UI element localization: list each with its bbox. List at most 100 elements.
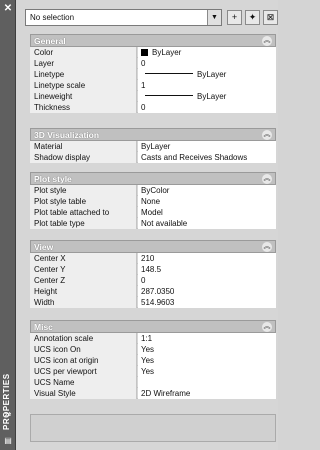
property-value[interactable]: ByLayer (138, 47, 276, 58)
chevron-down-icon[interactable]: ▼ (207, 10, 221, 25)
property-key: Material (30, 141, 137, 152)
property-row[interactable]: Linetype ByLayer (30, 69, 276, 80)
property-value[interactable]: 2D Wireframe (138, 388, 276, 399)
properties-menu-icon[interactable]: ▤ (3, 436, 13, 446)
property-row[interactable]: Lineweight ByLayer (30, 91, 276, 102)
property-key: Visual Style (30, 388, 137, 399)
property-row[interactable]: Center Y 148.5 (30, 264, 276, 275)
property-value[interactable]: Yes (138, 355, 276, 366)
property-value[interactable]: ByColor (138, 185, 276, 196)
property-key: Shadow display (30, 152, 137, 163)
property-value[interactable]: 0 (138, 275, 276, 286)
toggle-pickadd-button[interactable]: + (227, 10, 242, 25)
select-objects-button[interactable]: ✦ (245, 10, 260, 25)
property-value[interactable]: Not available (138, 218, 276, 229)
property-row[interactable]: Visual Style 2D Wireframe (30, 388, 276, 399)
description-area (30, 414, 276, 442)
section-header-plot-style[interactable]: Plot style ︽ (30, 172, 276, 185)
property-value[interactable]: None (138, 196, 276, 207)
chevron-up-icon[interactable]: ︽ (262, 242, 272, 252)
property-value[interactable]: 514.9603 (138, 297, 276, 308)
property-row[interactable]: Material ByLayer (30, 141, 276, 152)
section-title: General (34, 36, 66, 46)
property-value[interactable]: 287.0350 (138, 286, 276, 297)
property-key: Color (30, 47, 137, 58)
property-row[interactable]: UCS icon On Yes (30, 344, 276, 355)
property-value[interactable]: 0 (138, 102, 276, 113)
property-key: UCS icon at origin (30, 355, 137, 366)
property-value[interactable]: 1:1 (138, 333, 276, 344)
property-key: UCS Name (30, 377, 137, 388)
property-key: Center Z (30, 275, 137, 286)
linetype-preview (145, 73, 193, 74)
property-value[interactable]: 0 (138, 58, 276, 69)
property-key: UCS per viewport (30, 366, 137, 377)
property-value[interactable]: Yes (138, 344, 276, 355)
section-title: Misc (34, 322, 53, 332)
color-value: ByLayer (152, 48, 182, 57)
property-key: Center Y (30, 264, 137, 275)
property-row[interactable]: Thickness 0 (30, 102, 276, 113)
property-value[interactable]: Yes (138, 366, 276, 377)
properties-panel: No selection ▼ + ✦ ⊠ General ︽ Color ByL… (16, 0, 278, 450)
selection-value: No selection (30, 13, 75, 22)
property-row[interactable]: UCS per viewport Yes (30, 366, 276, 377)
palette-title: PROPERTIES (2, 373, 11, 430)
property-row[interactable]: Annotation scale 1:1 (30, 333, 276, 344)
property-key: Annotation scale (30, 333, 137, 344)
property-key: Center X (30, 253, 137, 264)
chevron-up-icon[interactable]: ︽ (262, 322, 272, 332)
section-header-misc[interactable]: Misc ︽ (30, 320, 276, 333)
property-value[interactable] (138, 377, 276, 388)
property-value[interactable]: Casts and Receives Shadows (138, 152, 276, 163)
color-swatch (141, 49, 148, 56)
quick-select-button[interactable]: ⊠ (263, 10, 278, 25)
property-value[interactable]: 148.5 (138, 264, 276, 275)
property-row[interactable]: Color ByLayer (30, 47, 276, 58)
property-row[interactable]: UCS icon at origin Yes (30, 355, 276, 366)
property-row[interactable]: Shadow display Casts and Receives Shadow… (30, 152, 276, 163)
property-value[interactable]: 210 (138, 253, 276, 264)
selection-dropdown[interactable]: No selection ▼ (25, 9, 222, 26)
section-title: 3D Visualization (34, 130, 100, 140)
property-value[interactable]: ByLayer (138, 141, 276, 152)
section-title: Plot style (34, 174, 72, 184)
section-header-3d-visualization[interactable]: 3D Visualization ︽ (30, 128, 276, 141)
section-plot-style: Plot style ︽ Plot style ByColor Plot sty… (30, 172, 276, 229)
property-row[interactable]: Center X 210 (30, 253, 276, 264)
section-3d-visualization: 3D Visualization ︽ Material ByLayer Shad… (30, 128, 276, 163)
property-key: Plot table attached to (30, 207, 137, 218)
property-value[interactable]: ByLayer (138, 69, 276, 80)
section-header-view[interactable]: View ︽ (30, 240, 276, 253)
palette-titlebar[interactable]: ✕ ⇄ PROPERTIES ▤ (0, 0, 16, 450)
chevron-up-icon[interactable]: ︽ (262, 36, 272, 46)
property-key: Width (30, 297, 137, 308)
property-row[interactable]: Plot table attached to Model (30, 207, 276, 218)
section-view: View ︽ Center X 210 Center Y 148.5 Cente… (30, 240, 276, 308)
property-row[interactable]: Layer 0 (30, 58, 276, 69)
property-value[interactable]: 1 (138, 80, 276, 91)
property-row[interactable]: Plot style table None (30, 196, 276, 207)
section-general: General ︽ Color ByLayer Layer 0 Linetype… (30, 34, 276, 113)
chevron-up-icon[interactable]: ︽ (262, 174, 272, 184)
property-key: Linetype (30, 69, 137, 80)
chevron-up-icon[interactable]: ︽ (262, 130, 272, 140)
property-key: Plot style (30, 185, 137, 196)
property-row[interactable]: Linetype scale 1 (30, 80, 276, 91)
close-icon[interactable]: ✕ (3, 4, 13, 14)
property-key: Layer (30, 58, 137, 69)
property-row[interactable]: UCS Name (30, 377, 276, 388)
property-row[interactable]: Height 287.0350 (30, 286, 276, 297)
selection-toolbar: No selection ▼ + ✦ ⊠ (25, 9, 278, 27)
properties-list[interactable]: General ︽ Color ByLayer Layer 0 Linetype… (30, 34, 276, 410)
property-row[interactable]: Center Z 0 (30, 275, 276, 286)
section-header-general[interactable]: General ︽ (30, 34, 276, 47)
property-row[interactable]: Plot table type Not available (30, 218, 276, 229)
property-value[interactable]: Model (138, 207, 276, 218)
property-value[interactable]: ByLayer (138, 91, 276, 102)
section-title: View (34, 242, 54, 252)
property-row[interactable]: Width 514.9603 (30, 297, 276, 308)
property-row[interactable]: Plot style ByColor (30, 185, 276, 196)
section-misc: Misc ︽ Annotation scale 1:1 UCS icon On … (30, 320, 276, 399)
property-key: Plot style table (30, 196, 137, 207)
